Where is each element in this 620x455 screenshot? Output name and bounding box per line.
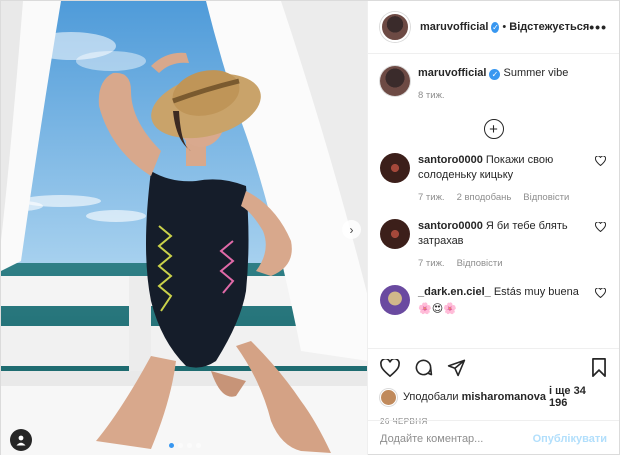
caption-username[interactable]: maruvofficial (418, 67, 486, 79)
load-more-comments-button[interactable]: + (483, 119, 504, 139)
carousel-dot (196, 443, 201, 448)
bookmark-icon (592, 358, 606, 377)
avatar[interactable] (380, 388, 397, 406)
avatar[interactable] (380, 66, 410, 96)
verified-badge-icon: ✓ (489, 69, 501, 80)
comment-emoji: 🌸😍🌸 (418, 303, 457, 315)
comment-item: santoro0000 Покажи свою солоденьку кицьк… (380, 153, 607, 205)
carousel-dot (187, 443, 192, 448)
comment-icon (415, 359, 433, 376)
heart-icon (594, 155, 607, 167)
share-icon (447, 359, 466, 377)
likes-count[interactable]: і ще 34 196 (549, 385, 607, 409)
comment-button[interactable] (414, 358, 433, 380)
comment-username[interactable]: santoro0000 (418, 220, 483, 232)
reply-button[interactable]: Відповісти (457, 256, 503, 271)
comment-item: _dark.en.ciel_ Estás muy buena 🌸😍🌸 (380, 285, 607, 317)
header-separator: • (502, 21, 507, 33)
post-photo[interactable]: › (1, 1, 367, 455)
caption: maruvofficial ✓ Summer vibe 8 тиж. (380, 66, 607, 103)
likes-summary: Уподобали misharomanova і ще 34 196 (380, 385, 607, 409)
avatar[interactable] (380, 153, 410, 183)
avatar[interactable] (380, 285, 410, 315)
comments-list: maruvofficial ✓ Summer vibe 8 тиж. + sant… (368, 54, 619, 348)
heart-icon (380, 357, 400, 377)
caption-text: Summer vibe (503, 67, 569, 79)
comment-input[interactable]: Додайте коментар... (380, 433, 483, 445)
next-slide-button[interactable]: › (342, 220, 361, 239)
header-username[interactable]: maruvofficial (420, 21, 488, 33)
heart-icon (594, 287, 607, 299)
caption-time[interactable]: 8 тиж. (418, 88, 445, 103)
following-button[interactable]: Відстежується (509, 21, 589, 33)
plus-icon: + (489, 120, 498, 138)
post-actions: Уподобали misharomanova і ще 34 196 26 Ч… (368, 348, 619, 426)
carousel-dot (178, 443, 183, 448)
comment-username[interactable]: santoro0000 (418, 154, 483, 166)
user-tag-icon (16, 435, 26, 446)
comment-like-button[interactable] (594, 221, 607, 235)
reply-button[interactable]: Відповісти (523, 190, 569, 205)
avatar[interactable] (380, 219, 410, 249)
comment-item: santoro0000 Я би тебе блять затрахав 7 т… (380, 219, 607, 271)
save-button[interactable] (591, 358, 607, 380)
verified-badge-icon: ✓ (491, 21, 500, 33)
likes-user[interactable]: misharomanova (462, 391, 546, 403)
carousel-indicator (169, 443, 201, 448)
avatar[interactable] (380, 12, 410, 42)
comment-likes[interactable]: 2 вподобань (457, 190, 512, 205)
photo-image (1, 1, 367, 455)
post-comment-button[interactable]: Опублікувати (533, 433, 607, 445)
comment-text: Estás muy buena (493, 286, 579, 298)
comment-time[interactable]: 7 тиж. (418, 256, 445, 271)
comment-like-button[interactable] (594, 155, 607, 169)
comment-time[interactable]: 7 тиж. (418, 190, 445, 205)
add-comment-bar: Додайте коментар... Опублікувати (368, 420, 619, 455)
heart-icon (594, 221, 607, 233)
like-button[interactable] (380, 357, 400, 380)
more-options-button[interactable]: ••• (589, 19, 607, 35)
post-header: maruvofficial ✓ • Відстежується ••• (368, 1, 619, 54)
post-dialog: › maruvofficial ✓ • Відстежується ••• ma… (0, 0, 620, 455)
share-button[interactable] (447, 358, 466, 380)
comment-like-button[interactable] (594, 287, 607, 301)
user-tag-button[interactable] (10, 429, 32, 451)
chevron-right-icon: › (349, 222, 354, 237)
carousel-dot (169, 443, 174, 448)
likes-prefix: Уподобали (402, 391, 459, 403)
comment-username[interactable]: _dark.en.ciel_ (418, 286, 491, 298)
post-sidebar: maruvofficial ✓ • Відстежується ••• maru… (367, 1, 619, 455)
